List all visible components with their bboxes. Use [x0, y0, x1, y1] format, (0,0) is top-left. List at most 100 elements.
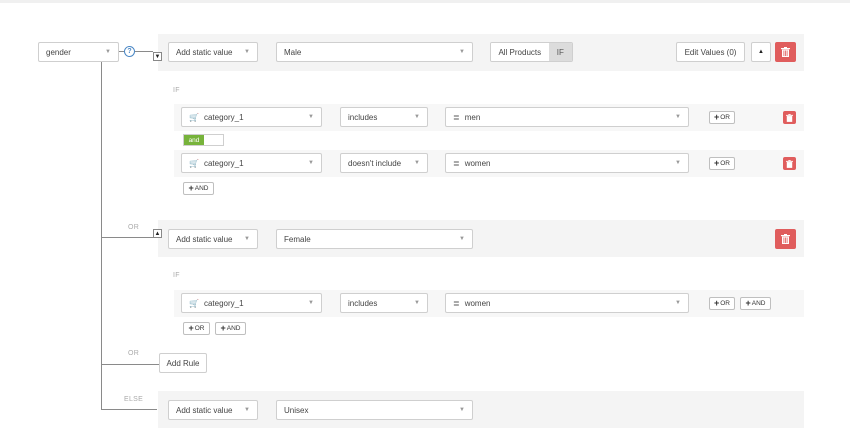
trash-icon	[781, 234, 790, 244]
chevron-down-icon: ▼	[675, 300, 681, 306]
else-label: ELSE	[124, 396, 144, 403]
add-or-button[interactable]: + OR	[709, 297, 735, 310]
condition-field-label: category_1	[203, 112, 244, 122]
list-icon: ≣	[453, 158, 460, 168]
and-toggle[interactable]: and	[183, 134, 224, 146]
list-icon: ≣	[453, 298, 460, 308]
condition-operator-select[interactable]: includes ▼	[340, 107, 428, 127]
rule2-value-type-label: Add static value	[176, 234, 233, 244]
else-value-type-select[interactable]: Add static value ▼	[168, 400, 258, 420]
condition-operator-label: doesn't include	[348, 158, 402, 168]
add-rule-or-label: OR	[128, 350, 140, 357]
condition-value-select[interactable]: ≣ women ▼	[445, 153, 689, 173]
rule1-if-label: IF	[173, 87, 180, 94]
rule1-scope-toggle: All Products IF	[490, 42, 573, 62]
tree-vertical-line	[101, 62, 102, 409]
condition-operator-label: includes	[348, 112, 378, 122]
add-rule-button[interactable]: Add Rule	[159, 353, 207, 373]
chevron-down-icon: ▼	[244, 236, 250, 242]
edit-values-button[interactable]: Edit Values (0)	[676, 42, 745, 62]
plus-icon: +	[745, 298, 751, 308]
plus-icon: +	[220, 323, 226, 333]
question-circle-icon[interactable]: ?	[124, 46, 135, 57]
add-or-label: OR	[720, 114, 730, 121]
condition-value-label: women	[464, 298, 491, 308]
else-value-type-label: Add static value	[176, 405, 233, 415]
add-and-label: AND	[226, 325, 241, 332]
if-option[interactable]: IF	[548, 43, 572, 61]
rule1-value-label: Male	[284, 47, 302, 57]
plus-icon: +	[188, 323, 194, 333]
add-and-label: AND	[194, 185, 209, 192]
add-or-label: OR	[194, 325, 205, 332]
rule2-value-select[interactable]: Female ▼	[276, 229, 473, 249]
condition-value-label: men	[464, 112, 481, 122]
rule1-delete-button[interactable]	[775, 42, 796, 62]
cart-icon: 🛒	[189, 298, 199, 308]
tree-branch-line	[101, 409, 157, 410]
condition-operator-select[interactable]: doesn't include ▼	[340, 153, 428, 173]
chevron-up-icon: ▲	[758, 49, 764, 55]
add-and-button[interactable]: + AND	[215, 322, 246, 335]
tree-branch-line	[101, 364, 159, 365]
chevron-down-icon: ▼	[308, 160, 314, 166]
move-up-button[interactable]: ▲	[751, 42, 771, 62]
chevron-down-icon: ▼	[105, 49, 111, 55]
all-products-option[interactable]: All Products	[491, 43, 549, 61]
chevron-down-icon: ▼	[308, 300, 314, 306]
top-bar	[0, 0, 850, 3]
condition-field-select[interactable]: 🛒 category_1 ▼	[181, 153, 322, 173]
condition-operator-select[interactable]: includes ▼	[340, 293, 428, 313]
rule2-value-type-select[interactable]: Add static value ▼	[168, 229, 258, 249]
rule1-value-select[interactable]: Male ▼	[276, 42, 473, 62]
chevron-down-icon: ▼	[414, 160, 420, 166]
cart-icon: 🛒	[189, 112, 199, 122]
add-and-label: AND	[751, 300, 766, 307]
cart-icon: 🛒	[189, 158, 199, 168]
condition-value-select[interactable]: ≣ women ▼	[445, 293, 689, 313]
chevron-down-icon: ▼	[459, 407, 465, 413]
tree-branch-line	[101, 237, 153, 238]
chevron-down-icon: ▼	[675, 114, 681, 120]
chevron-down-icon: ▼	[459, 49, 465, 55]
rule1-value-type-select[interactable]: Add static value ▼	[168, 42, 258, 62]
add-or-button[interactable]: + OR	[183, 322, 210, 335]
add-or-label: OR	[720, 300, 730, 307]
chevron-down-icon: ▼	[414, 300, 420, 306]
add-or-button[interactable]: + OR	[709, 157, 735, 170]
plus-icon: +	[188, 183, 194, 193]
condition-operator-label: includes	[348, 298, 378, 308]
else-value-select[interactable]: Unisex ▼	[276, 400, 473, 420]
condition-delete-button[interactable]	[783, 111, 796, 124]
rule2-delete-button[interactable]	[775, 229, 796, 249]
trash-icon	[781, 47, 790, 57]
chevron-down-icon: ▼	[308, 114, 314, 120]
condition-value-select[interactable]: ≣ men ▼	[445, 107, 689, 127]
plus-icon: +	[713, 112, 720, 122]
rule2-or-label: OR	[128, 224, 140, 231]
condition-field-select[interactable]: 🛒 category_1 ▼	[181, 107, 322, 127]
condition-field-label: category_1	[203, 158, 244, 168]
collapse-down-icon[interactable]: ▼	[153, 52, 162, 61]
add-and-button[interactable]: + AND	[183, 182, 214, 195]
root-field-label: gender	[46, 47, 71, 57]
condition-delete-button[interactable]	[783, 157, 796, 170]
chevron-down-icon: ▼	[244, 407, 250, 413]
trash-icon	[786, 159, 793, 168]
rule2-if-label: IF	[173, 272, 180, 279]
list-icon: ≣	[453, 112, 460, 122]
root-field-select[interactable]: gender ▼	[38, 42, 119, 62]
collapse-up-icon[interactable]: ▲	[153, 229, 162, 238]
chevron-down-icon: ▼	[414, 114, 420, 120]
add-or-button[interactable]: + OR	[709, 111, 735, 124]
condition-field-label: category_1	[203, 298, 244, 308]
trash-icon	[786, 113, 793, 122]
chevron-down-icon: ▼	[675, 160, 681, 166]
rule2-value-label: Female	[284, 234, 311, 244]
condition-field-select[interactable]: 🛒 category_1 ▼	[181, 293, 322, 313]
rule1-value-type-label: Add static value	[176, 47, 233, 57]
connector-line	[135, 51, 153, 52]
add-and-button[interactable]: + AND	[740, 297, 771, 310]
plus-icon: +	[713, 298, 720, 308]
else-value-label: Unisex	[284, 405, 309, 415]
